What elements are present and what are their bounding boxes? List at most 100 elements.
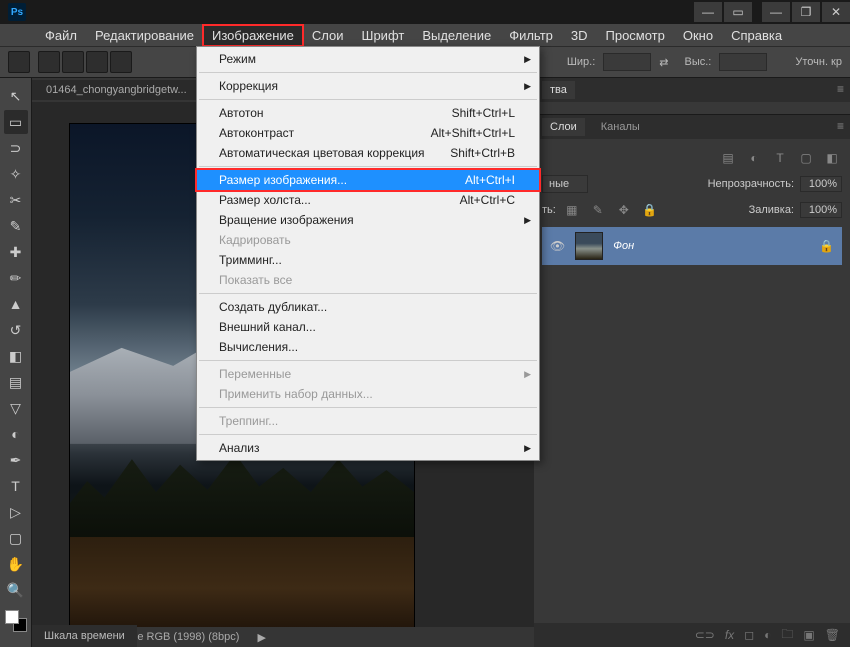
intersect-selection-icon[interactable] xyxy=(110,51,132,73)
menu-item[interactable]: Автоматическая цветовая коррекцияShift+C… xyxy=(197,143,539,163)
layer-row[interactable]: 👁 Фон 🔒 xyxy=(542,227,842,265)
menu-item[interactable]: Внешний канал... xyxy=(197,317,539,337)
adjustment-icon[interactable]: ◐ xyxy=(764,628,771,642)
path-select-tool[interactable]: ▷ xyxy=(4,500,28,524)
healing-tool[interactable]: ✚ xyxy=(4,240,28,264)
width-field[interactable] xyxy=(603,53,651,71)
filter-smart-icon[interactable]: ◧ xyxy=(822,149,842,167)
swatches-tab[interactable]: тва xyxy=(542,81,575,99)
lock-pos-icon[interactable]: ✥ xyxy=(614,201,634,219)
menu-просмотр[interactable]: Просмотр xyxy=(597,25,674,46)
menu-item[interactable]: АвтоконтрастAlt+Shift+Ctrl+L xyxy=(197,123,539,143)
menu-окно[interactable]: Окно xyxy=(674,25,722,46)
blend-mode-select[interactable]: ные xyxy=(542,175,588,193)
menu-item[interactable]: Режим▶ xyxy=(197,49,539,69)
close-button[interactable]: ✕ xyxy=(822,2,850,22)
refine-edge-label[interactable]: Уточн. кр xyxy=(795,56,842,68)
menu-item[interactable]: Вращение изображения▶ xyxy=(197,210,539,230)
delete-layer-icon[interactable]: 🗑 xyxy=(825,628,840,642)
chevron-right-icon[interactable]: ▶ xyxy=(257,631,265,644)
panel-menu-icon[interactable]: ≡ xyxy=(837,119,844,133)
title-bar: Ps — ▭ — ❐ ✕ xyxy=(0,0,850,24)
menu-separator xyxy=(199,360,537,361)
inner-restore-button[interactable]: ❐ xyxy=(792,2,820,22)
eraser-tool[interactable]: ◧ xyxy=(4,344,28,368)
menu-3d[interactable]: 3D xyxy=(562,25,597,46)
menu-фильтр[interactable]: Фильтр xyxy=(500,25,562,46)
blur-tool[interactable]: ▽ xyxy=(4,396,28,420)
color-swatches[interactable] xyxy=(5,610,27,632)
eyedropper-tool[interactable]: ✎ xyxy=(4,214,28,238)
menu-item[interactable]: АвтотонShift+Ctrl+L xyxy=(197,103,539,123)
mask-icon[interactable]: ◻ xyxy=(744,628,754,642)
menu-item[interactable]: Размер холста...Alt+Ctrl+C xyxy=(197,190,539,210)
menu-файл[interactable]: Файл xyxy=(36,25,86,46)
history-brush-tool[interactable]: ↺ xyxy=(4,318,28,342)
filter-image-icon[interactable]: ▤ xyxy=(718,149,738,167)
fx-icon[interactable]: fx xyxy=(725,628,734,642)
timeline-tab[interactable]: Шкала времени xyxy=(32,627,137,645)
new-layer-icon[interactable]: ▣ xyxy=(803,628,814,642)
zoom-tool[interactable]: 🔍 xyxy=(4,578,28,602)
opacity-field[interactable]: 100% xyxy=(800,176,842,192)
timeline-bar: Шкала времени xyxy=(32,625,137,647)
menu-справка[interactable]: Справка xyxy=(722,25,791,46)
inner-minimize-button[interactable]: — xyxy=(762,2,790,22)
shape-tool[interactable]: ▢ xyxy=(4,526,28,550)
document-tab[interactable]: 01464_chongyangbridgetw... xyxy=(32,80,202,100)
lasso-tool[interactable]: ⊃ xyxy=(4,136,28,160)
hand-tool[interactable]: ✋ xyxy=(4,552,28,576)
menu-item[interactable]: Тримминг... xyxy=(197,250,539,270)
visibility-icon[interactable]: 👁 xyxy=(550,239,565,253)
menu-редактирование[interactable]: Редактирование xyxy=(86,25,203,46)
menu-item[interactable]: Размер изображения...Alt+Ctrl+I xyxy=(197,170,539,190)
layers-tab[interactable]: Слои xyxy=(542,118,585,136)
filter-adjust-icon[interactable]: ◐ xyxy=(744,149,764,167)
gradient-tool[interactable]: ▤ xyxy=(4,370,28,394)
tool-preset-icon[interactable] xyxy=(8,51,30,73)
move-tool[interactable]: ↖ xyxy=(4,84,28,108)
maximize-button[interactable]: ▭ xyxy=(724,2,752,22)
lock-pixel-icon[interactable]: ✎ xyxy=(588,201,608,219)
new-selection-icon[interactable] xyxy=(38,51,60,73)
menu-item[interactable]: Анализ▶ xyxy=(197,438,539,458)
menu-шрифт[interactable]: Шрифт xyxy=(353,25,414,46)
menu-выделение[interactable]: Выделение xyxy=(413,25,500,46)
layer-filter-row: ▤ ◐ T ▢ ◧ xyxy=(542,145,842,171)
filter-type-icon[interactable]: T xyxy=(770,149,790,167)
pen-tool[interactable]: ✒ xyxy=(4,448,28,472)
lock-icon[interactable]: 🔒 xyxy=(819,239,834,253)
crop-tool[interactable]: ✂ xyxy=(4,188,28,212)
dodge-tool[interactable]: ◐ xyxy=(4,422,28,446)
stamp-tool[interactable]: ▲ xyxy=(4,292,28,316)
swatches-panel: тва ≡ xyxy=(534,78,850,115)
lock-all-icon[interactable]: 🔒 xyxy=(640,201,660,219)
height-field[interactable] xyxy=(719,53,767,71)
menu-item[interactable]: Вычисления... xyxy=(197,337,539,357)
height-label: Выс.: xyxy=(685,56,712,68)
menu-item[interactable]: Коррекция▶ xyxy=(197,76,539,96)
app-logo: Ps xyxy=(8,3,26,21)
layer-thumbnail[interactable] xyxy=(575,232,603,260)
menu-item[interactable]: Создать дубликат... xyxy=(197,297,539,317)
menu-изображение[interactable]: Изображение xyxy=(203,25,303,46)
fill-field[interactable]: 100% xyxy=(800,202,842,218)
subtract-selection-icon[interactable] xyxy=(86,51,108,73)
filter-shape-icon[interactable]: ▢ xyxy=(796,149,816,167)
add-selection-icon[interactable] xyxy=(62,51,84,73)
menu-item: Треппинг... xyxy=(197,411,539,431)
lock-trans-icon[interactable]: ▦ xyxy=(562,201,582,219)
panel-menu-icon[interactable]: ≡ xyxy=(837,82,844,96)
minimize-button[interactable]: — xyxy=(694,2,722,22)
marquee-tool[interactable]: ▭ xyxy=(4,110,28,134)
selection-mode-group xyxy=(38,51,132,73)
brush-tool[interactable]: ✏ xyxy=(4,266,28,290)
type-tool[interactable]: T xyxy=(4,474,28,498)
link-layers-icon[interactable]: ⊂⊃ xyxy=(695,628,715,642)
quick-select-tool[interactable]: ✧ xyxy=(4,162,28,186)
link-icon[interactable]: ⇄ xyxy=(659,56,668,69)
channels-tab[interactable]: Каналы xyxy=(593,118,648,136)
menu-слои[interactable]: Слои xyxy=(303,25,353,46)
layer-name[interactable]: Фон xyxy=(613,240,809,252)
group-icon[interactable]: 🗀 xyxy=(781,625,793,646)
